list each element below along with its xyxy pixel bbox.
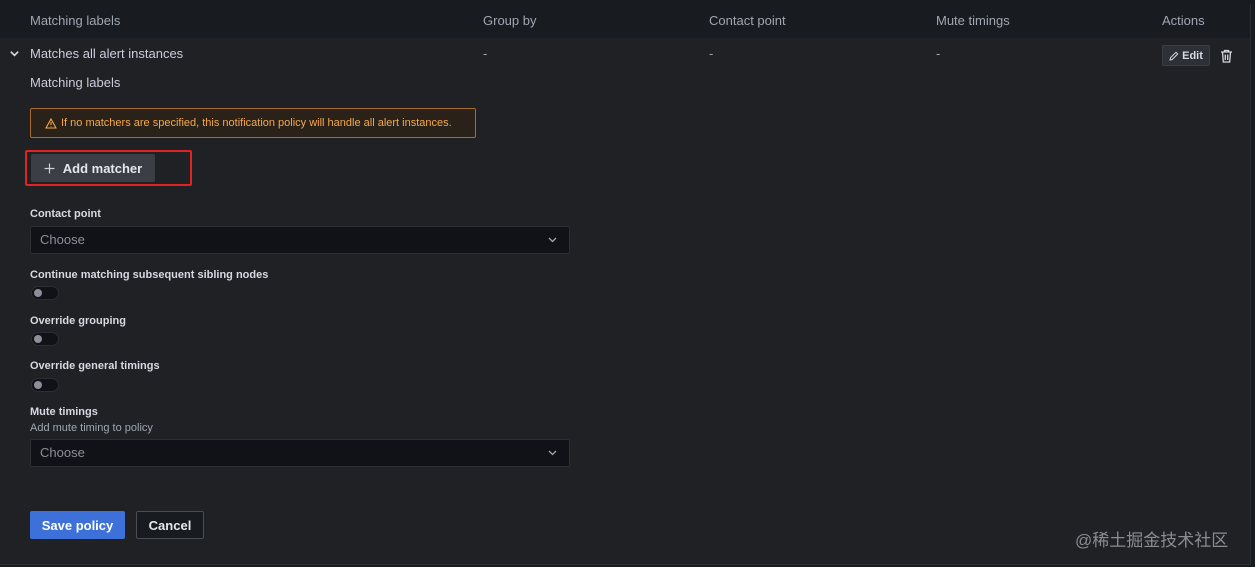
override-timings-label: Override general timings [30,360,160,372]
override-grouping-toggle[interactable] [31,332,59,346]
cancel-label: Cancel [148,517,192,533]
save-policy-button[interactable]: Save policy [30,511,125,539]
pencil-icon [1169,51,1179,61]
contact-point-value: Choose [40,232,85,247]
mute-timings-label: Mute timings [30,406,98,418]
header-matching-labels: Matching labels [30,13,121,28]
override-timings-toggle[interactable] [31,378,59,392]
edit-button-label: Edit [1182,49,1203,62]
header-actions: Actions [1162,13,1205,28]
watermark: @稀土掘金技术社区 [1075,531,1229,550]
chevron-down-icon [548,450,557,456]
contact-point-label: Contact point [30,208,101,220]
policy-mute-timings: - [936,46,941,61]
toggle-knob [34,335,42,343]
warning-icon [45,117,57,129]
continue-matching-toggle[interactable] [31,286,59,300]
header-contact-point: Contact point [709,13,786,28]
policy-matching-labels: Matches all alert instances [30,46,184,61]
policy-row: Matches all alert instances - - - Edit [0,38,1250,70]
notification-policy-page: Matching labels Group by Contact point M… [0,0,1255,567]
header-mute-timings: Mute timings [936,13,1010,28]
cancel-button[interactable]: Cancel [136,511,204,539]
policy-table-panel: Matching labels Group by Contact point M… [0,4,1251,565]
edit-button[interactable]: Edit [1162,45,1210,66]
override-grouping-label: Override grouping [30,315,126,327]
plus-icon [44,163,55,173]
warning-alert: If no matchers are specified, this notif… [30,108,476,138]
toggle-knob [34,289,42,297]
add-matcher-label: Add matcher [62,160,143,176]
mute-timings-value: Choose [40,445,85,460]
trash-icon[interactable] [1220,49,1233,63]
continue-matching-label: Continue matching subsequent sibling nod… [30,269,269,281]
warning-text: If no matchers are specified, this notif… [61,117,452,129]
chevron-down-icon [548,237,557,243]
policy-contact-point: - [709,46,714,61]
mute-timings-description: Add mute timing to policy [30,422,153,434]
save-policy-label: Save policy [41,517,114,533]
mute-timings-select[interactable]: Choose [30,439,570,467]
matching-labels-title: Matching labels [30,75,121,90]
contact-point-select[interactable]: Choose [30,226,570,254]
add-matcher-button[interactable]: Add matcher [31,154,155,182]
policy-group-by: - [483,46,488,61]
header-group-by: Group by [483,13,537,28]
chevron-down-icon[interactable] [9,48,20,59]
toggle-knob [34,381,42,389]
table-header: Matching labels Group by Contact point M… [0,4,1250,38]
